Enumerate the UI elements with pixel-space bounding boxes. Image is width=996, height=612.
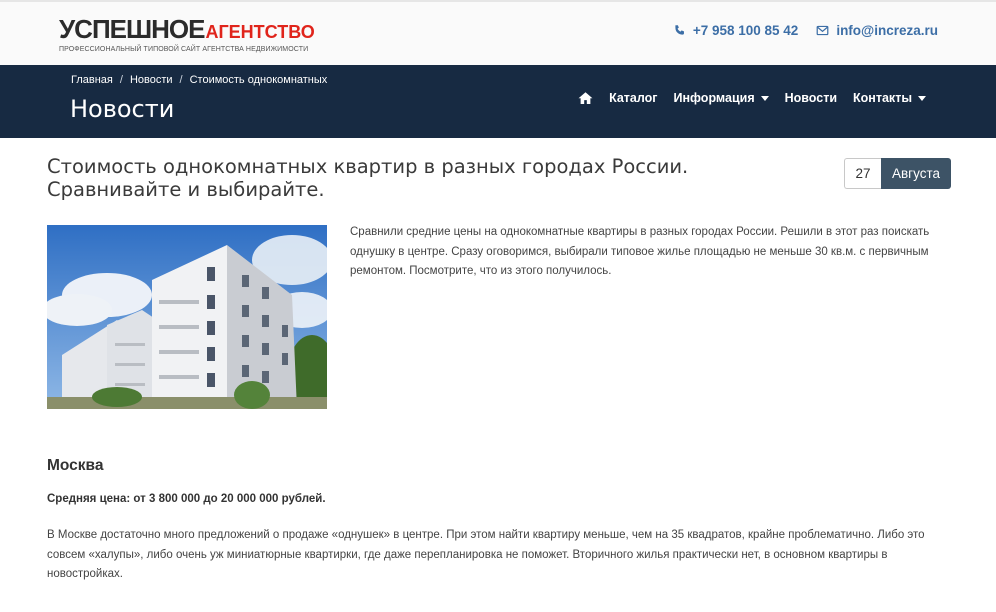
article-title: Стоимость однокомнатных квартир в разных… [47, 155, 689, 201]
top-bar: УСПЕШНОЕАГЕНТСТВО ПРОФЕССИОНАЛЬНЫЙ ТИПОВ… [0, 0, 996, 65]
breadcrumb: Главная / Новости / Стоимость однокомнат… [71, 74, 327, 86]
header-contacts: +7 958 100 85 42 info@increza.ru [673, 23, 938, 38]
main-menu: Каталог Информация Новости Контакты [578, 91, 926, 105]
article-image [47, 225, 327, 409]
envelope-icon [816, 25, 829, 36]
home-icon[interactable] [578, 91, 593, 105]
site-logo[interactable]: УСПЕШНОЕАГЕНТСТВО ПРОФЕССИОНАЛЬНЫЙ ТИПОВ… [59, 16, 315, 53]
phone-icon [675, 25, 684, 35]
phone-number: +7 958 100 85 42 [692, 23, 799, 38]
breadcrumb-separator: / [179, 74, 183, 86]
phone-link[interactable]: +7 958 100 85 42 [673, 23, 798, 38]
date-day: 27 [844, 158, 881, 189]
menu-item-label: Каталог [609, 91, 658, 105]
breadcrumb-current: Стоимость однокомнатных [189, 74, 328, 86]
logo-tagline: ПРОФЕССИОНАЛЬНЫЙ ТИПОВОЙ САЙТ АГЕНТСТВА … [59, 46, 309, 53]
breadcrumb-home[interactable]: Главная [71, 74, 113, 86]
article-intro: Сравнили средние цены на однокомнатные к… [350, 226, 930, 277]
email-address: info@increza.ru [836, 23, 938, 38]
menu-item-contacts[interactable]: Контакты [853, 91, 926, 105]
article-date: 27 Августа [844, 158, 951, 189]
menu-item-news[interactable]: Новости [785, 91, 837, 105]
breadcrumb-separator: / [119, 74, 123, 86]
menu-item-label: Контакты [853, 91, 912, 105]
logo-main-text: УСПЕШНОЕ [59, 14, 205, 44]
section-heading: Москва [47, 457, 104, 474]
date-month: Августа [881, 158, 951, 189]
email-link[interactable]: info@increza.ru [816, 23, 938, 38]
logo-accent-text: АГЕНТСТВО [205, 22, 315, 42]
caret-down-icon [760, 95, 769, 101]
breadcrumb-news[interactable]: Новости [130, 74, 173, 86]
section-price: Средняя цена: от 3 800 000 до 20 000 000… [47, 493, 326, 505]
page-title: Новости [70, 95, 175, 123]
menu-item-label: Новости [784, 91, 838, 105]
menu-item-info[interactable]: Информация [674, 91, 769, 105]
nav-band: Главная / Новости / Стоимость однокомнат… [0, 65, 996, 138]
caret-down-icon [918, 95, 926, 101]
menu-item-catalog[interactable]: Каталог [609, 91, 657, 105]
menu-item-label: Информация [673, 91, 755, 105]
section-text: В Москве достаточно много предложений о … [47, 529, 925, 580]
